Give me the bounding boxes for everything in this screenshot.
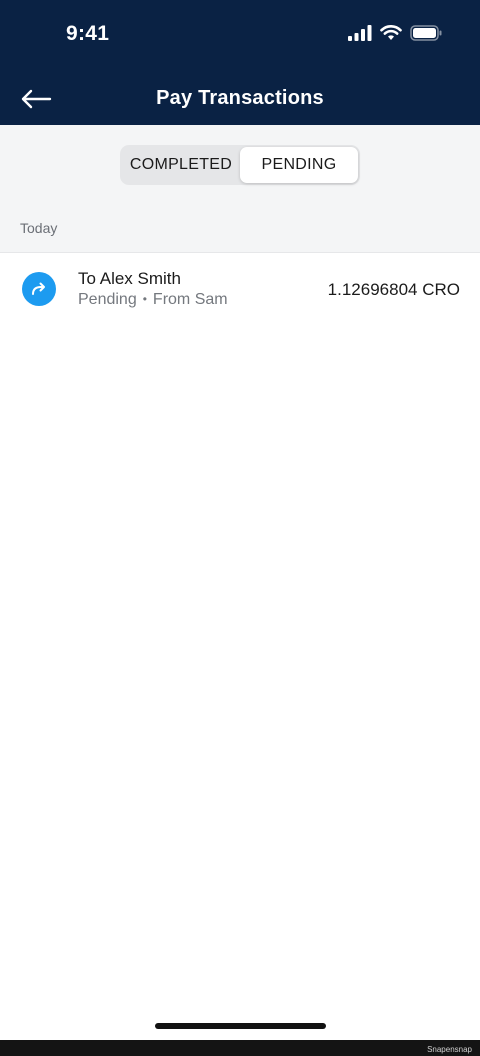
watermark: Snapensnap	[427, 1045, 472, 1054]
footer-bar	[0, 1040, 480, 1056]
home-indicator	[155, 1023, 326, 1029]
section-header-today: Today	[20, 220, 58, 236]
transaction-row[interactable]: To Alex Smith Pending • From Sam 1.1269680…	[0, 253, 480, 325]
status-time: 9:41	[66, 22, 110, 45]
transaction-amount: 1.12696804 CRO	[327, 280, 460, 299]
signal-icon	[348, 25, 372, 41]
status-segmented-control: COMPLETED PENDING	[120, 145, 360, 185]
transaction-source: From Sam	[152, 291, 228, 308]
send-arrow-icon	[22, 272, 56, 306]
status-icons	[348, 25, 442, 41]
tab-pending[interactable]: PENDING	[240, 147, 358, 183]
transaction-subtitle: Pending • From Sam	[78, 291, 228, 309]
wifi-icon	[380, 25, 402, 40]
tab-completed[interactable]: COMPLETED	[122, 147, 240, 183]
battery-icon	[410, 25, 442, 41]
filter-area: COMPLETED PENDING Today	[0, 125, 480, 253]
page-title: Pay Transactions	[156, 87, 324, 109]
transaction-status: Pending	[78, 291, 137, 308]
separator-dot: •	[142, 292, 147, 306]
transaction-title: To Alex Smith	[78, 269, 181, 288]
app-header: 9:41 Pay Transactions	[0, 0, 480, 125]
